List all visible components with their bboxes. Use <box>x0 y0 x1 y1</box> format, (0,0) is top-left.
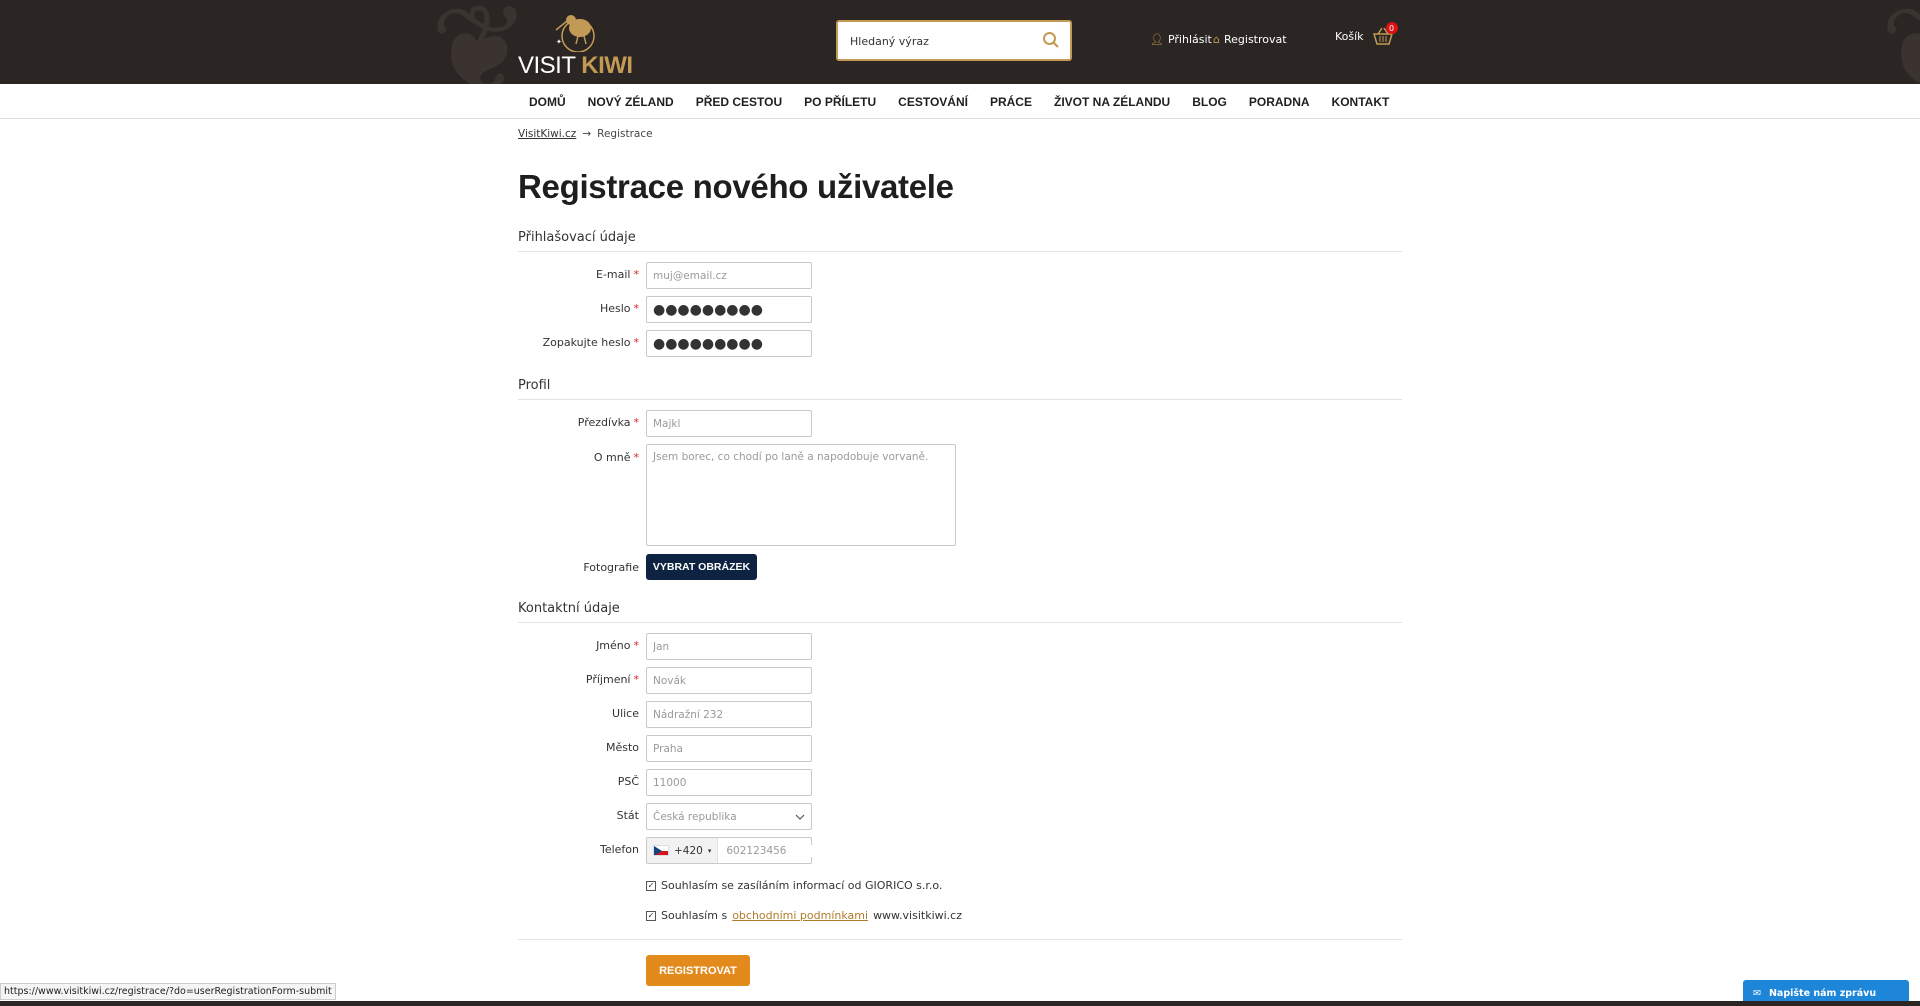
checkbox-checked-icon: ✓ <box>646 910 656 921</box>
site-header: ❦ ❦ ✦ VISIT KIWI 👤︎ Přihlásit ⌂ Registro… <box>0 0 1920 84</box>
first-name-field[interactable] <box>646 633 812 660</box>
decorative-fern-icon: ❦ <box>430 0 531 84</box>
about-label: O mně * <box>593 451 639 464</box>
login-label: Přihlásit <box>1167 33 1212 46</box>
phone-code: +420 <box>674 844 703 857</box>
city-field[interactable] <box>646 735 812 762</box>
email-label: E-mail * <box>596 268 639 281</box>
breadcrumb-current: Registrace <box>597 128 653 140</box>
street-field[interactable] <box>646 701 812 728</box>
terms-consent-checkbox[interactable]: ✓ Souhlasím s obchodními podmínkami www.… <box>646 909 962 922</box>
basket-icon: 0 <box>1372 22 1398 46</box>
logo-text: VISIT KIWI <box>518 52 633 79</box>
country-select-value: Česká republika <box>653 810 737 823</box>
page-title: Registrace nového uživatele <box>518 168 954 205</box>
breadcrumb-arrow: → <box>582 128 592 140</box>
zip-field[interactable] <box>646 769 812 796</box>
section-heading-contact: Kontaktní údaje <box>518 601 1402 623</box>
chevron-down-icon <box>795 814 805 820</box>
nav-item-cestovani[interactable]: CESTOVÁNÍ <box>887 84 979 119</box>
zip-label: PSČ <box>617 775 639 788</box>
envelope-icon: ✉ <box>1753 987 1761 999</box>
breadcrumb-home-link[interactable]: VisitKiwi.cz <box>518 128 576 140</box>
phone-field: +420 ▾ <box>646 837 817 864</box>
street-label: Ulice <box>612 707 639 720</box>
cart-count-badge: 0 <box>1385 22 1398 34</box>
home-icon: ⌂ <box>1213 33 1220 46</box>
nav-item-po-priletu[interactable]: PO PŘÍLETU <box>793 84 887 119</box>
phone-input[interactable] <box>726 844 817 857</box>
czech-flag-icon <box>653 845 669 856</box>
form-divider <box>518 939 1402 940</box>
section-heading-profile: Profil <box>518 378 1402 400</box>
surname-label: Příjmení * <box>585 673 639 686</box>
caret-down-icon: ▾ <box>707 846 712 855</box>
nav-item-domu[interactable]: DOMŮ <box>518 84 577 119</box>
newsletter-consent-checkbox[interactable]: ✓ Souhlasím se zasíláním informací od GI… <box>646 879 942 892</box>
terms-link[interactable]: obchodními podmínkami <box>732 909 868 922</box>
search-input[interactable] <box>850 31 1030 51</box>
main-navigation: DOMŮ NOVÝ ZÉLAND PŘED CESTOU PO PŘÍLETU … <box>0 84 1920 119</box>
site-logo[interactable]: ✦ VISIT KIWI <box>518 8 633 79</box>
decorative-fern-icon: ❦ <box>1880 0 1920 84</box>
password-field[interactable]: ●●●●●●●●● <box>646 296 812 323</box>
phone-country-code-select[interactable]: +420 ▾ <box>647 838 719 863</box>
choose-image-button[interactable]: VYBRAT OBRÁZEK <box>646 554 757 580</box>
country-label: Stát <box>616 809 639 822</box>
email-field[interactable] <box>646 262 812 289</box>
name-label: Jméno * <box>596 639 639 652</box>
terms-suffix: www.visitkiwi.cz <box>873 909 963 922</box>
nav-item-kontakt[interactable]: KONTAKT <box>1321 84 1401 119</box>
register-label: Registrovat <box>1223 33 1287 46</box>
nav-item-prace[interactable]: PRÁCE <box>979 84 1043 119</box>
register-link[interactable]: ⌂ Registrovat <box>1213 33 1287 46</box>
nickname-field[interactable] <box>646 410 812 437</box>
search-icon[interactable] <box>1042 31 1060 49</box>
nav-item-poradna[interactable]: PORADNA <box>1238 84 1321 119</box>
cart-label: Košík <box>1335 29 1364 43</box>
login-link[interactable]: 👤︎ Přihlásit <box>1150 33 1212 46</box>
checkbox-checked-icon: ✓ <box>646 880 656 891</box>
chat-label: Napište nám zprávu <box>1768 987 1877 999</box>
terms-prefix: Souhlasím s <box>661 909 728 922</box>
country-select[interactable]: Česká republika <box>646 803 812 830</box>
newsletter-consent-label: Souhlasím se zasíláním informací od GIOR… <box>661 879 943 892</box>
register-submit-button[interactable]: REGISTROVAT <box>646 955 750 986</box>
svg-text:✦: ✦ <box>556 38 562 46</box>
phone-label: Telefon <box>599 843 639 856</box>
photo-label: Fotografie <box>583 561 639 574</box>
section-heading-login: Přihlašovací údaje <box>518 230 1402 252</box>
kiwi-bird-icon: ✦ <box>555 15 595 52</box>
nav-item-blog[interactable]: BLOG <box>1181 84 1238 119</box>
nav-item-novy-zeland[interactable]: NOVÝ ZÉLAND <box>577 84 685 119</box>
bottom-bar <box>0 1001 1920 1006</box>
about-textarea[interactable] <box>646 444 956 546</box>
user-icon: 👤︎ <box>1150 33 1164 46</box>
browser-status-url: https://www.visitkiwi.cz/registrace/?do=… <box>0 983 336 1000</box>
cart-link[interactable]: Košík 0 <box>1335 22 1398 46</box>
password-repeat-label: Zopakujte heslo * <box>542 336 639 349</box>
nav-item-zivot-na-zelandu[interactable]: ŽIVOT NA ZÉLANDU <box>1043 84 1181 119</box>
surname-field[interactable] <box>646 667 812 694</box>
breadcrumb: VisitKiwi.cz → Registrace <box>518 128 653 140</box>
nav-item-pred-cestou[interactable]: PŘED CESTOU <box>685 84 793 119</box>
search-box <box>836 20 1072 61</box>
password-label: Heslo * <box>599 302 639 315</box>
city-label: Město <box>605 741 639 754</box>
nickname-label: Přezdívka * <box>577 416 639 429</box>
password-repeat-field[interactable]: ●●●●●●●●● <box>646 330 812 357</box>
